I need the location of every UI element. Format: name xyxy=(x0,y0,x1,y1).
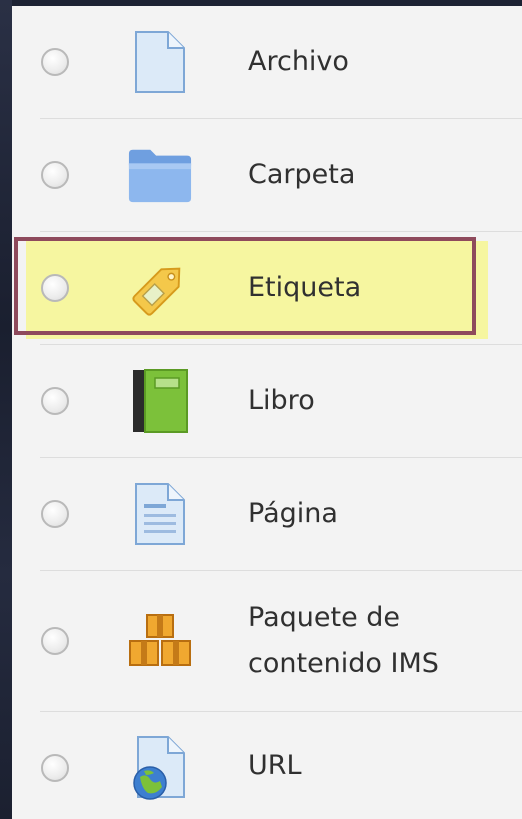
module-item-libro[interactable]: Libro xyxy=(12,345,522,457)
radio-pagina[interactable] xyxy=(41,500,69,528)
module-label: Archivo xyxy=(248,46,349,77)
module-item-archivo[interactable]: Archivo xyxy=(12,6,522,118)
radio-carpeta[interactable] xyxy=(41,161,69,189)
module-chooser-list: Archivo Carpeta Etiqueta Libro Página Pa… xyxy=(12,6,522,819)
module-label: Libro xyxy=(248,385,315,416)
divider xyxy=(40,231,522,232)
module-label: Carpeta xyxy=(248,159,356,190)
module-label: Página xyxy=(248,498,338,529)
ims-package-icon xyxy=(127,608,193,674)
module-item-paquete-ims[interactable]: Paquete de contenido IMS xyxy=(12,571,522,711)
radio-etiqueta[interactable] xyxy=(41,274,69,302)
book-icon xyxy=(127,368,193,434)
url-icon xyxy=(127,735,193,801)
module-label-line2: contenido IMS xyxy=(248,648,439,679)
folder-icon xyxy=(127,142,193,208)
module-item-url[interactable]: URL xyxy=(12,712,522,819)
radio-archivo[interactable] xyxy=(41,48,69,76)
radio-paquete-ims[interactable] xyxy=(41,627,69,655)
module-label: URL xyxy=(248,750,302,781)
tag-icon xyxy=(127,255,193,321)
module-item-etiqueta[interactable]: Etiqueta xyxy=(26,241,488,339)
radio-url[interactable] xyxy=(41,754,69,782)
radio-libro[interactable] xyxy=(41,387,69,415)
module-label-line1: Paquete de xyxy=(248,602,401,633)
background-strip xyxy=(0,0,12,819)
file-icon xyxy=(127,29,193,95)
page-icon xyxy=(127,481,193,547)
module-label: Etiqueta xyxy=(248,272,362,303)
module-item-pagina[interactable]: Página xyxy=(12,458,522,570)
module-item-carpeta[interactable]: Carpeta xyxy=(12,119,522,231)
